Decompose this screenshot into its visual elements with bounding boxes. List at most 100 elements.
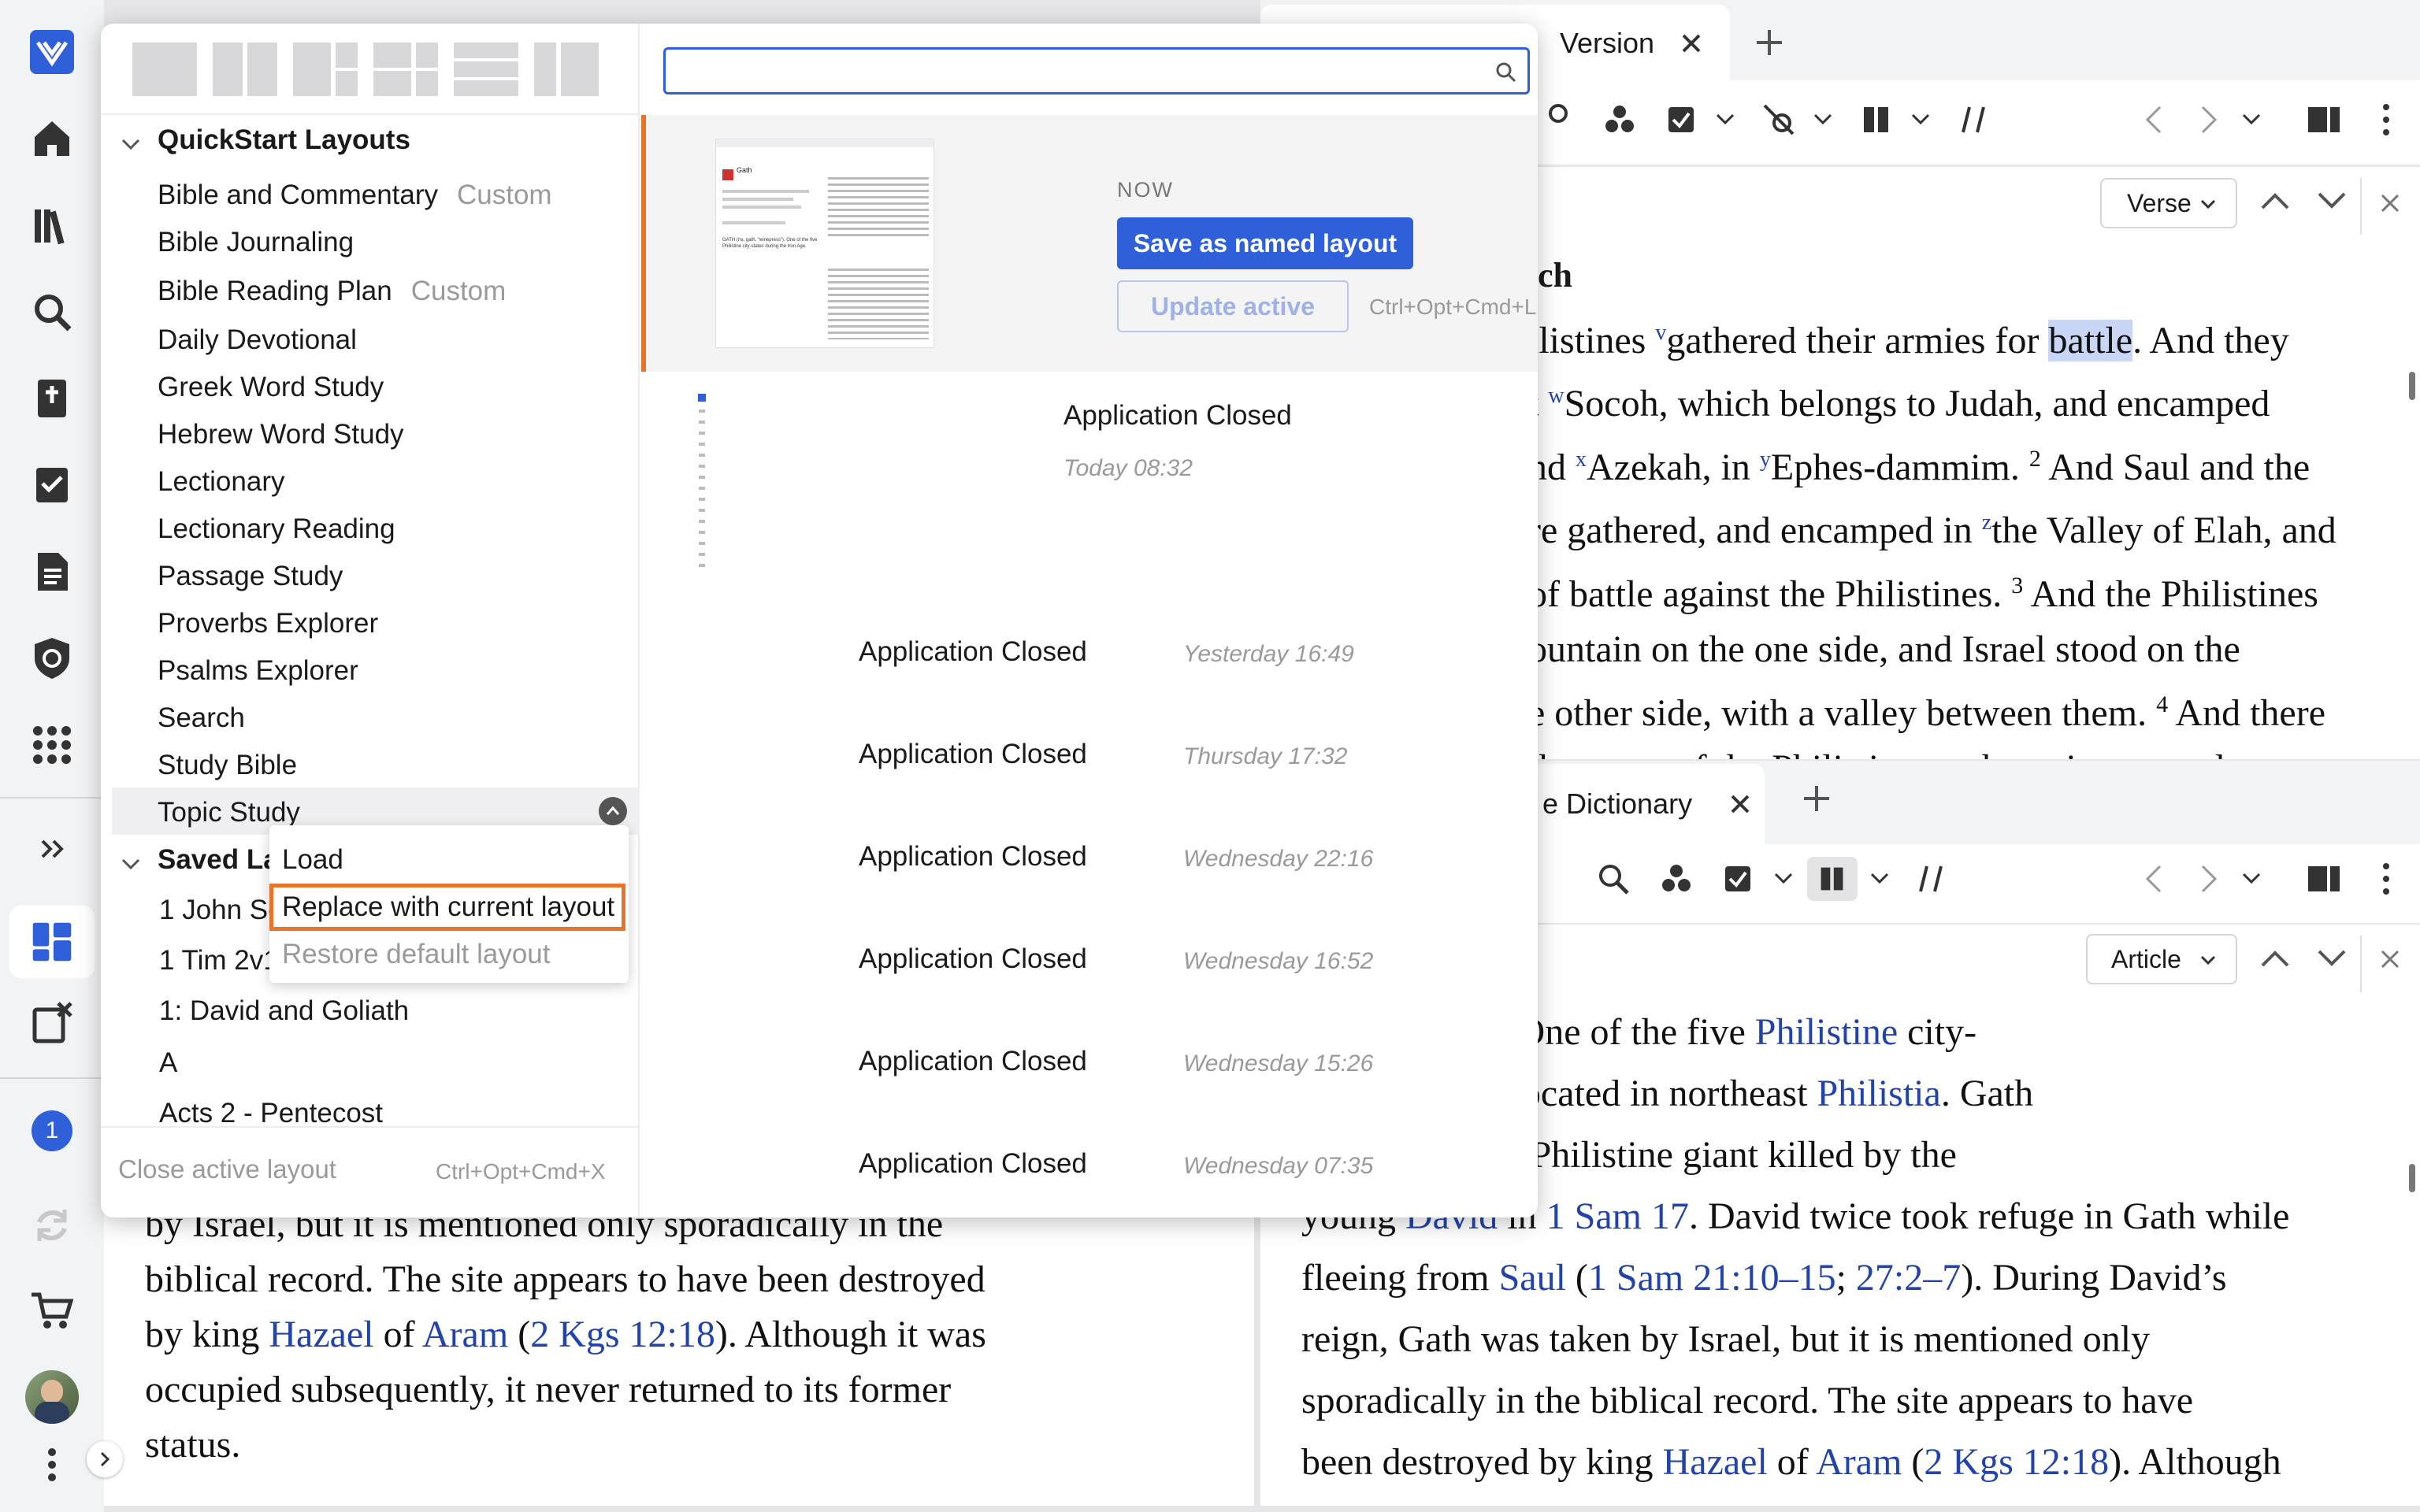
quickstart-item[interactable]: Greek Word Study <box>158 372 384 403</box>
layout-thumbnail[interactable]: Gath GATH (גַּת, gath, “winepress”). One… <box>715 139 934 348</box>
search-icon[interactable] <box>24 284 80 340</box>
quickstart-item[interactable]: Psalms Explorer <box>158 655 358 687</box>
clipboard-icon[interactable] <box>24 994 80 1051</box>
saved-layout-item[interactable]: 1: David and Goliath <box>159 995 409 1027</box>
cross-reference[interactable]: v <box>1655 321 1666 345</box>
checklist-icon[interactable] <box>1722 862 1757 896</box>
visual-filter-icon[interactable] <box>1659 862 1694 896</box>
cross-reference[interactable]: x <box>1576 447 1587 472</box>
link[interactable]: Hazael <box>269 1314 373 1355</box>
side-layout-icon[interactable] <box>534 43 599 96</box>
history-thumbnail[interactable] <box>696 394 707 580</box>
update-active-button[interactable]: Update active <box>1117 280 1349 332</box>
add-tab-icon[interactable] <box>1754 27 1785 58</box>
chevron-down-icon[interactable] <box>2316 189 2348 213</box>
menu-item-restore[interactable]: Restore default layout <box>269 931 625 978</box>
layout-search-input[interactable] <box>663 47 1530 94</box>
three-panel-icon[interactable] <box>293 43 358 96</box>
two-column-icon[interactable] <box>213 43 277 96</box>
home-icon[interactable] <box>24 110 80 167</box>
link[interactable]: Aram <box>422 1314 508 1355</box>
quickstart-item[interactable]: Study Bible <box>158 750 297 781</box>
verse-dropdown[interactable]: Verse <box>2100 178 2237 228</box>
quickstart-header[interactable]: QuickStart Layouts <box>158 124 410 156</box>
saved-layout-item[interactable]: A <box>159 1047 177 1079</box>
single-layout-icon[interactable] <box>132 43 197 96</box>
quickstart-item[interactable]: Daily Devotional <box>158 324 357 356</box>
saved-layout-item[interactable]: Acts 2 - Pentecost <box>159 1098 383 1129</box>
more-vertical-icon[interactable] <box>24 1436 80 1493</box>
parallel-icon[interactable] <box>1958 104 1990 135</box>
search-field[interactable] <box>675 50 1463 89</box>
chevron-down-icon[interactable] <box>2240 112 2262 128</box>
close-icon[interactable] <box>2379 948 2401 970</box>
split-panel-icon[interactable] <box>2307 104 2341 135</box>
layouts-button[interactable] <box>9 906 95 978</box>
forward-icon[interactable] <box>2195 863 2223 895</box>
link[interactable]: 27:2–7 <box>1856 1257 1961 1299</box>
saved-layout-item[interactable]: 1 Tim 2v1 <box>159 945 279 976</box>
quickstart-item[interactable]: Search <box>158 702 245 734</box>
quickstart-item[interactable]: Passage Study <box>158 561 343 592</box>
bible-icon[interactable] <box>24 370 80 427</box>
panel-view-icon[interactable] <box>1861 104 1892 135</box>
quickstart-item[interactable]: Bible Reading Plan Custom <box>158 276 506 307</box>
link[interactable]: Philistia <box>1817 1073 1940 1114</box>
quickstart-item[interactable]: Bible Journaling <box>158 227 354 258</box>
cart-icon[interactable] <box>24 1282 80 1339</box>
quickstart-item[interactable]: Lectionary <box>158 466 284 498</box>
menu-item-replace[interactable]: Replace with current layout <box>269 884 625 931</box>
close-icon[interactable] <box>2379 192 2401 214</box>
chevron-down-icon[interactable] <box>1772 871 1795 887</box>
scrollbar-thumb[interactable] <box>2409 1164 2415 1192</box>
link[interactable]: Saul <box>1499 1257 1566 1299</box>
split-panel-icon[interactable] <box>2307 863 2341 895</box>
sync-icon[interactable] <box>24 1197 80 1254</box>
chevron-down-icon[interactable] <box>120 137 142 153</box>
chevron-up-icon[interactable] <box>2259 189 2291 213</box>
notification-badge[interactable]: 1 <box>32 1110 72 1151</box>
link[interactable]: Aram <box>1816 1441 1902 1483</box>
chevron-down-icon[interactable] <box>2316 947 2348 970</box>
link[interactable]: Hazael <box>1663 1441 1768 1483</box>
link[interactable]: 2 Kgs 12:18 <box>1924 1441 2109 1483</box>
link[interactable]: 2 Kgs 12:18 <box>530 1314 715 1355</box>
menu-item-load[interactable]: Load <box>269 836 625 884</box>
stacked-layout-icon[interactable] <box>454 43 518 96</box>
forward-icon[interactable] <box>2195 104 2223 135</box>
quickstart-item[interactable]: Lectionary Reading <box>158 513 395 545</box>
search-icon[interactable] <box>1547 102 1579 134</box>
chevron-down-icon[interactable] <box>1812 112 1834 128</box>
save-as-named-layout-button[interactable]: Save as named layout <box>1117 217 1413 269</box>
quickstart-item[interactable]: Proverbs Explorer <box>158 608 378 639</box>
article-dropdown[interactable]: Article <box>2086 934 2237 984</box>
saved-layout-item[interactable]: 1 John Se <box>159 895 284 926</box>
more-vertical-icon[interactable] <box>2374 101 2398 139</box>
close-active-layout[interactable]: Close active layout <box>118 1154 336 1184</box>
chevron-down-icon[interactable] <box>1869 871 1891 887</box>
panel-view-button[interactable] <box>1807 857 1858 901</box>
close-icon[interactable] <box>1728 792 1752 816</box>
link[interactable]: 1 Sam 17 <box>1546 1195 1689 1237</box>
quickstart-item[interactable]: Hebrew Word Study <box>158 419 404 450</box>
cross-reference[interactable]: w <box>1548 384 1564 408</box>
visual-filter-icon[interactable] <box>1602 102 1637 137</box>
link[interactable]: 1 Sam 21:10–15 <box>1588 1257 1836 1299</box>
more-vertical-icon[interactable] <box>2374 860 2398 898</box>
document-icon[interactable] <box>24 543 80 600</box>
chevron-up-icon[interactable] <box>2259 947 2291 970</box>
add-tab-icon[interactable] <box>1801 783 1832 814</box>
chevron-down-icon[interactable] <box>1910 112 1932 128</box>
link[interactable]: Philistine <box>1755 1011 1898 1053</box>
expand-icon[interactable] <box>24 821 80 877</box>
parallel-icon[interactable] <box>1916 863 1947 895</box>
cross-reference[interactable]: y <box>1760 447 1771 472</box>
four-panel-icon[interactable] <box>373 43 438 96</box>
chevron-down-icon[interactable] <box>1714 112 1736 128</box>
close-icon[interactable] <box>1680 32 1703 55</box>
scrollbar-thumb[interactable] <box>2409 372 2415 400</box>
chevron-down-icon[interactable] <box>120 857 142 873</box>
cross-reference[interactable]: z <box>1982 510 1991 535</box>
quickstart-item[interactable]: Bible and Commentary Custom <box>158 180 552 211</box>
checklist-icon[interactable] <box>24 457 80 513</box>
